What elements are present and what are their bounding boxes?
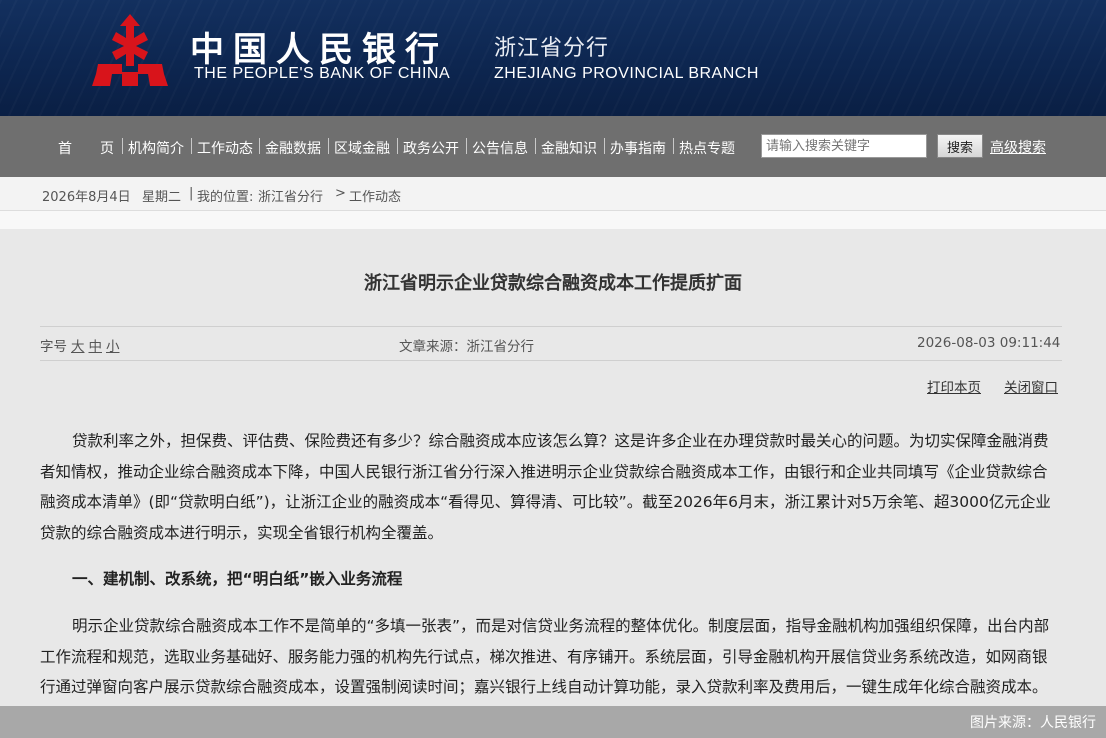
nav-item-service-guide[interactable]: 办事指南	[610, 138, 666, 158]
nav-item-government-affairs[interactable]: 政务公开	[403, 138, 459, 158]
nav-separator	[191, 138, 192, 154]
breadcrumb-item-work-news[interactable]: 工作动态	[349, 186, 401, 205]
pboc-logo-icon[interactable]	[88, 12, 172, 92]
branch-name-chinese: 浙江省分行	[494, 36, 610, 61]
location-label: 我的位置:	[197, 190, 254, 205]
font-size-medium[interactable]: 中	[89, 339, 103, 355]
breadcrumb: 2026年8月4日 星期二 | 我的位置: 浙江省分行 > 工作动态	[0, 177, 1106, 211]
nav-separator	[122, 138, 123, 154]
search-button[interactable]: 搜索	[937, 134, 983, 158]
print-page-link[interactable]: 打印本页	[927, 376, 981, 396]
content-gap	[0, 211, 1106, 229]
nav-separator	[535, 138, 536, 154]
divider	[40, 360, 1062, 361]
font-size-label: 字号	[40, 339, 67, 355]
article-paragraph: 明示企业贷款综合融资成本工作不是简单的“多填一张表”，而是对信贷业务流程的整体优…	[40, 617, 1050, 696]
nav-separator	[397, 138, 398, 154]
branch-name-english: ZHEJIANG PROVINCIAL BRANCH	[494, 65, 759, 82]
font-size-controls: 字号大中小	[40, 335, 120, 355]
nav-item-about[interactable]: 机构简介	[128, 138, 184, 158]
search-input[interactable]	[761, 134, 927, 158]
article-content: 浙江省明示企业贷款综合融资成本工作提质扩面 字号大中小 文章来源：浙江省分行 2…	[0, 229, 1106, 738]
nav-item-hot-topics[interactable]: 热点专题	[679, 138, 735, 158]
nav-item-announcements[interactable]: 公告信息	[472, 138, 528, 158]
article-paragraph: 贷款利率之外，担保费、评估费、保险费还有多少？综合融资成本应该怎么算？这是许多企…	[40, 432, 1051, 542]
nav-item-financial-data[interactable]: 金融数据	[265, 138, 321, 158]
nav-separator	[259, 138, 260, 154]
nav-separator	[604, 138, 605, 154]
org-name-english: THE PEOPLE'S BANK OF CHINA	[194, 65, 451, 82]
breadcrumb-arrow: >	[335, 186, 346, 201]
org-name-chinese: 中国人民银行	[190, 30, 448, 70]
site-header-banner: 中国人民银行 浙江省分行 THE PEOPLE'S BANK OF CHINA …	[0, 0, 1106, 116]
article-source: 文章来源：浙江省分行	[399, 339, 534, 355]
nav-item-financial-knowledge[interactable]: 金融知识	[541, 138, 597, 158]
nav-separator	[328, 138, 329, 154]
nav-item-work-news[interactable]: 工作动态	[197, 138, 253, 158]
font-size-small[interactable]: 小	[106, 339, 120, 355]
advanced-search-link[interactable]: 高级搜索	[990, 137, 1046, 157]
current-weekday: 星期二	[142, 190, 182, 205]
section-heading: 一、建机制、改系统，把“明白纸”嵌入业务流程	[72, 570, 403, 588]
close-window-link[interactable]: 关闭窗口	[1004, 376, 1058, 396]
article-title: 浙江省明示企业贷款综合融资成本工作提质扩面	[364, 273, 742, 294]
current-date: 2026年8月4日	[42, 190, 131, 205]
image-caption-bar	[0, 706, 1106, 738]
breadcrumb-divider: |	[189, 186, 194, 201]
nav-item-home[interactable]: 首 页	[58, 138, 114, 158]
divider	[40, 326, 1062, 327]
image-source-caption: 图片来源：人民银行	[970, 715, 1096, 731]
nav-separator	[466, 138, 467, 154]
article-datetime: 2026-08-03 09:11:44	[917, 335, 1061, 351]
breadcrumb-item-branch[interactable]: 浙江省分行	[258, 186, 323, 205]
nav-separator	[673, 138, 674, 154]
nav-item-regional-finance[interactable]: 区域金融	[334, 138, 390, 158]
font-size-large[interactable]: 大	[71, 339, 85, 355]
